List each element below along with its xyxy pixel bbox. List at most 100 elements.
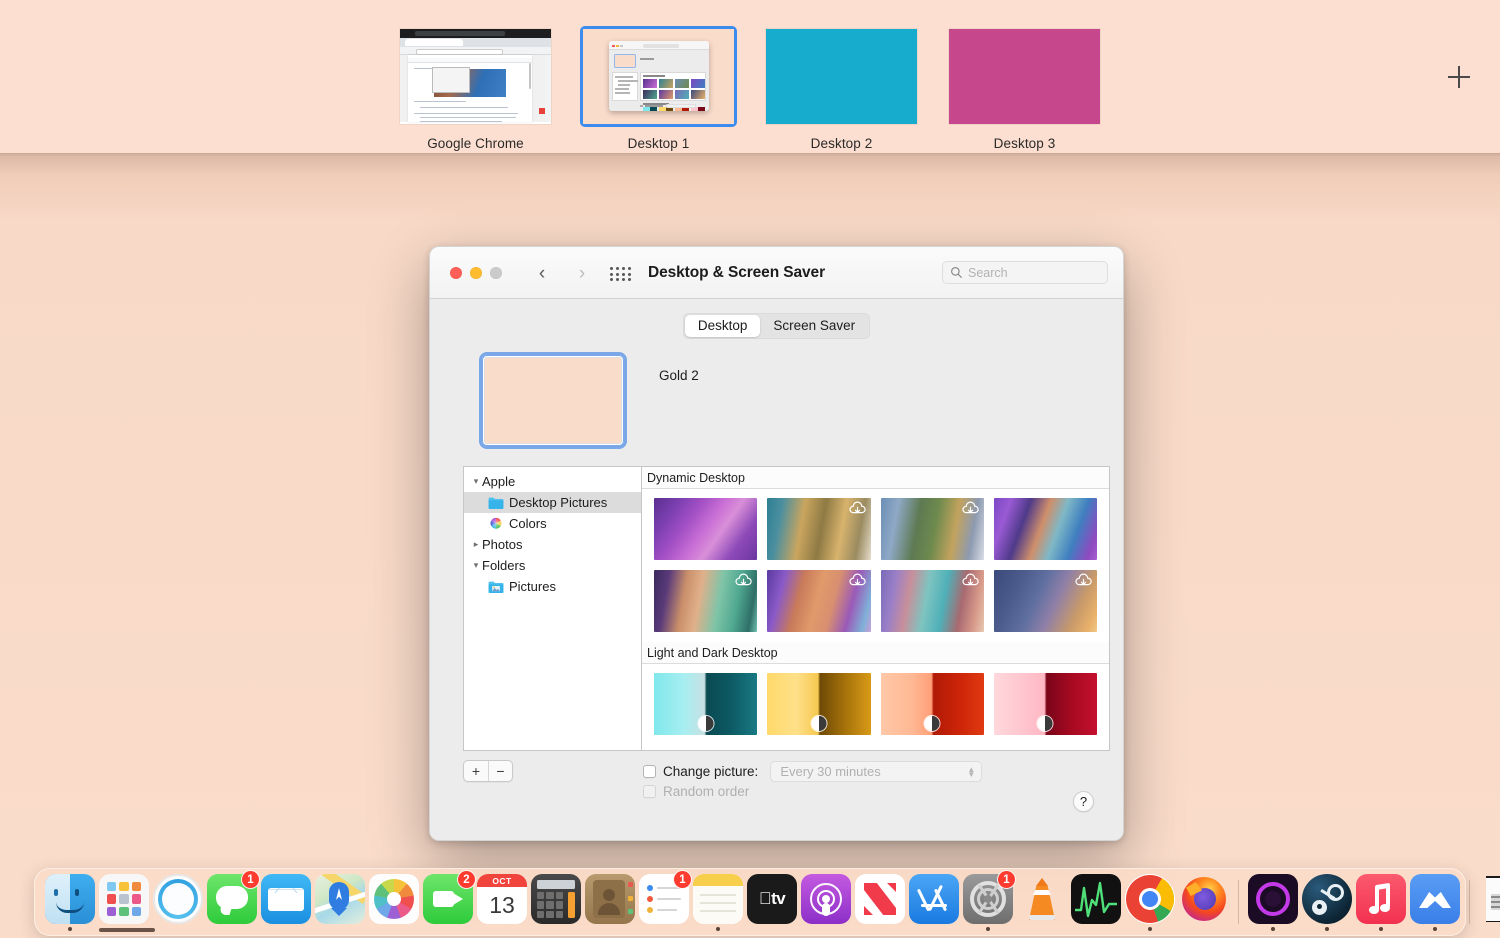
source-item-apple[interactable]: Apple	[464, 471, 641, 492]
source-item-colors[interactable]: Colors	[464, 513, 641, 534]
space-label: Desktop 2	[811, 136, 873, 151]
window-titlebar[interactable]: ‹ › Desktop & Screen Saver Search	[430, 247, 1123, 299]
google-chrome-icon	[1125, 874, 1175, 924]
dock-item-finder[interactable]	[43, 872, 97, 932]
space-thumbnail-wrap[interactable]	[946, 26, 1103, 127]
source-item-folders[interactable]: Folders	[464, 555, 641, 576]
download-cloud-icon[interactable]	[961, 501, 980, 516]
mini-doc-ruler	[408, 58, 532, 63]
space-thumbnail-wrap[interactable]	[763, 26, 920, 127]
back-chevron-icon[interactable]: ‹	[530, 260, 554, 286]
space-label: Google Chrome	[427, 136, 524, 151]
dock-item-calculator[interactable]	[529, 872, 583, 932]
space-thumbnail-desktop-3[interactable]	[949, 29, 1100, 124]
dock-item-steam[interactable]	[1300, 872, 1354, 932]
wallpaper-grid-light-dark	[642, 664, 1109, 745]
minimize-window-icon[interactable]	[470, 267, 482, 279]
search-field[interactable]: Search	[942, 261, 1108, 284]
space-tile-desktop-3[interactable]: Desktop 3	[933, 0, 1116, 151]
wallpaper-cell[interactable]	[994, 498, 1097, 560]
download-cloud-icon[interactable]	[1074, 573, 1093, 588]
space-thumbnail-desktop-2[interactable]	[766, 29, 917, 124]
dock-item-notes[interactable]	[691, 872, 745, 932]
space-tile-desktop-2[interactable]: Desktop 2	[750, 0, 933, 151]
bottom-controls: + − Change picture: Every 30 minutes ▲ ▼	[463, 760, 1110, 830]
source-item-pictures[interactable]: Pictures	[464, 576, 641, 597]
download-cloud-icon[interactable]	[848, 501, 867, 516]
dock-item-google-chrome[interactable]	[1123, 872, 1177, 932]
dock-item-launchpad[interactable]	[97, 872, 151, 932]
zoom-window-icon[interactable]	[490, 267, 502, 279]
dock-item-firefox[interactable]	[1177, 872, 1231, 932]
show-all-grid-icon[interactable]	[610, 267, 632, 282]
add-remove-folder-buttons[interactable]: + −	[463, 760, 513, 782]
dock-item-obs[interactable]	[1246, 872, 1300, 932]
wallpaper-cell[interactable]	[654, 673, 757, 735]
space-thumbnail-wrap-selected[interactable]	[580, 26, 737, 127]
wallpaper-cell[interactable]	[654, 570, 757, 632]
wallpaper-cell[interactable]	[767, 570, 870, 632]
wallpaper-cell[interactable]	[881, 673, 984, 735]
wallpaper-cell[interactable]	[767, 673, 870, 735]
dock-item-maps[interactable]	[313, 872, 367, 932]
dock-item-podcasts[interactable]	[799, 872, 853, 932]
random-order-checkbox[interactable]	[643, 785, 656, 798]
change-picture-checkbox[interactable]	[643, 765, 656, 778]
change-interval-select[interactable]: Every 30 minutes ▲ ▼	[770, 761, 982, 782]
news-icon	[855, 874, 905, 924]
source-item-label: Pictures	[509, 579, 556, 594]
dock-item-nordvpn[interactable]	[1408, 872, 1462, 932]
tab-desktop[interactable]: Desktop	[685, 315, 761, 337]
wallpaper-cell[interactable]	[994, 673, 1097, 735]
forward-chevron-icon[interactable]: ›	[570, 260, 594, 286]
remove-folder-button[interactable]: −	[488, 761, 512, 781]
dock-item-system-preferences[interactable]: 1	[961, 872, 1015, 932]
dock-item-music[interactable]	[1354, 872, 1408, 932]
chevron-down-icon[interactable]	[470, 477, 482, 486]
wallpaper-grid-pane[interactable]: Dynamic Desktop	[642, 467, 1109, 750]
dock-item-document-stack[interactable]	[1477, 872, 1500, 932]
dock-item-news[interactable]	[853, 872, 907, 932]
source-item-desktop-pictures[interactable]: Desktop Pictures	[464, 492, 641, 513]
space-tile-google-chrome[interactable]: Google Chrome	[384, 0, 567, 151]
dock-item-messages[interactable]: 1	[205, 872, 259, 932]
dock-item-apple-tv[interactable]: tv	[745, 872, 799, 932]
chevron-down-icon[interactable]	[470, 561, 482, 570]
close-window-icon[interactable]	[450, 267, 462, 279]
help-button[interactable]: ?	[1073, 791, 1094, 812]
tab-screen-saver[interactable]: Screen Saver	[760, 315, 868, 337]
dock[interactable]: 1 2	[34, 868, 1466, 936]
download-cloud-icon[interactable]	[848, 573, 867, 588]
dock-item-safari[interactable]	[151, 872, 205, 932]
tab-group: Desktop Screen Saver	[683, 313, 870, 339]
dock-item-calendar[interactable]: OCT 13	[475, 872, 529, 932]
wallpaper-cell[interactable]	[881, 570, 984, 632]
dock-item-mail[interactable]	[259, 872, 313, 932]
download-cloud-icon[interactable]	[734, 573, 753, 588]
dock-item-photos[interactable]	[367, 872, 421, 932]
dock-item-reminders[interactable]: 1	[637, 872, 691, 932]
wallpaper-cell[interactable]	[654, 498, 757, 560]
wallpaper-cell[interactable]	[881, 498, 984, 560]
calendar-day: 13	[477, 887, 527, 924]
dock-item-contacts[interactable]	[583, 872, 637, 932]
space-thumbnail-wrap[interactable]	[397, 26, 554, 127]
wallpaper-cell[interactable]	[767, 498, 870, 560]
chevron-right-icon[interactable]	[470, 540, 482, 549]
dock-item-activity-monitor[interactable]	[1069, 872, 1123, 932]
dock-item-vlc[interactable]	[1015, 872, 1069, 932]
wallpaper-grid-dynamic	[642, 489, 1109, 642]
source-item-photos[interactable]: Photos	[464, 534, 641, 555]
download-cloud-icon[interactable]	[961, 573, 980, 588]
add-folder-button[interactable]: +	[464, 761, 488, 781]
space-thumbnail-desktop-1[interactable]	[583, 29, 734, 124]
space-thumbnail-google-chrome[interactable]	[400, 29, 551, 124]
add-space-button[interactable]	[1442, 60, 1476, 94]
space-tile-desktop-1[interactable]: Desktop 1	[567, 0, 750, 151]
source-list[interactable]: Apple Desktop Pictures	[464, 467, 642, 750]
dock-item-facetime[interactable]: 2	[421, 872, 475, 932]
wallpaper-cell[interactable]	[994, 570, 1097, 632]
desktop-screen-saver-window[interactable]: ‹ › Desktop & Screen Saver Search Deskto…	[429, 246, 1124, 841]
current-wallpaper-preview[interactable]	[479, 352, 627, 449]
dock-item-app-store[interactable]	[907, 872, 961, 932]
